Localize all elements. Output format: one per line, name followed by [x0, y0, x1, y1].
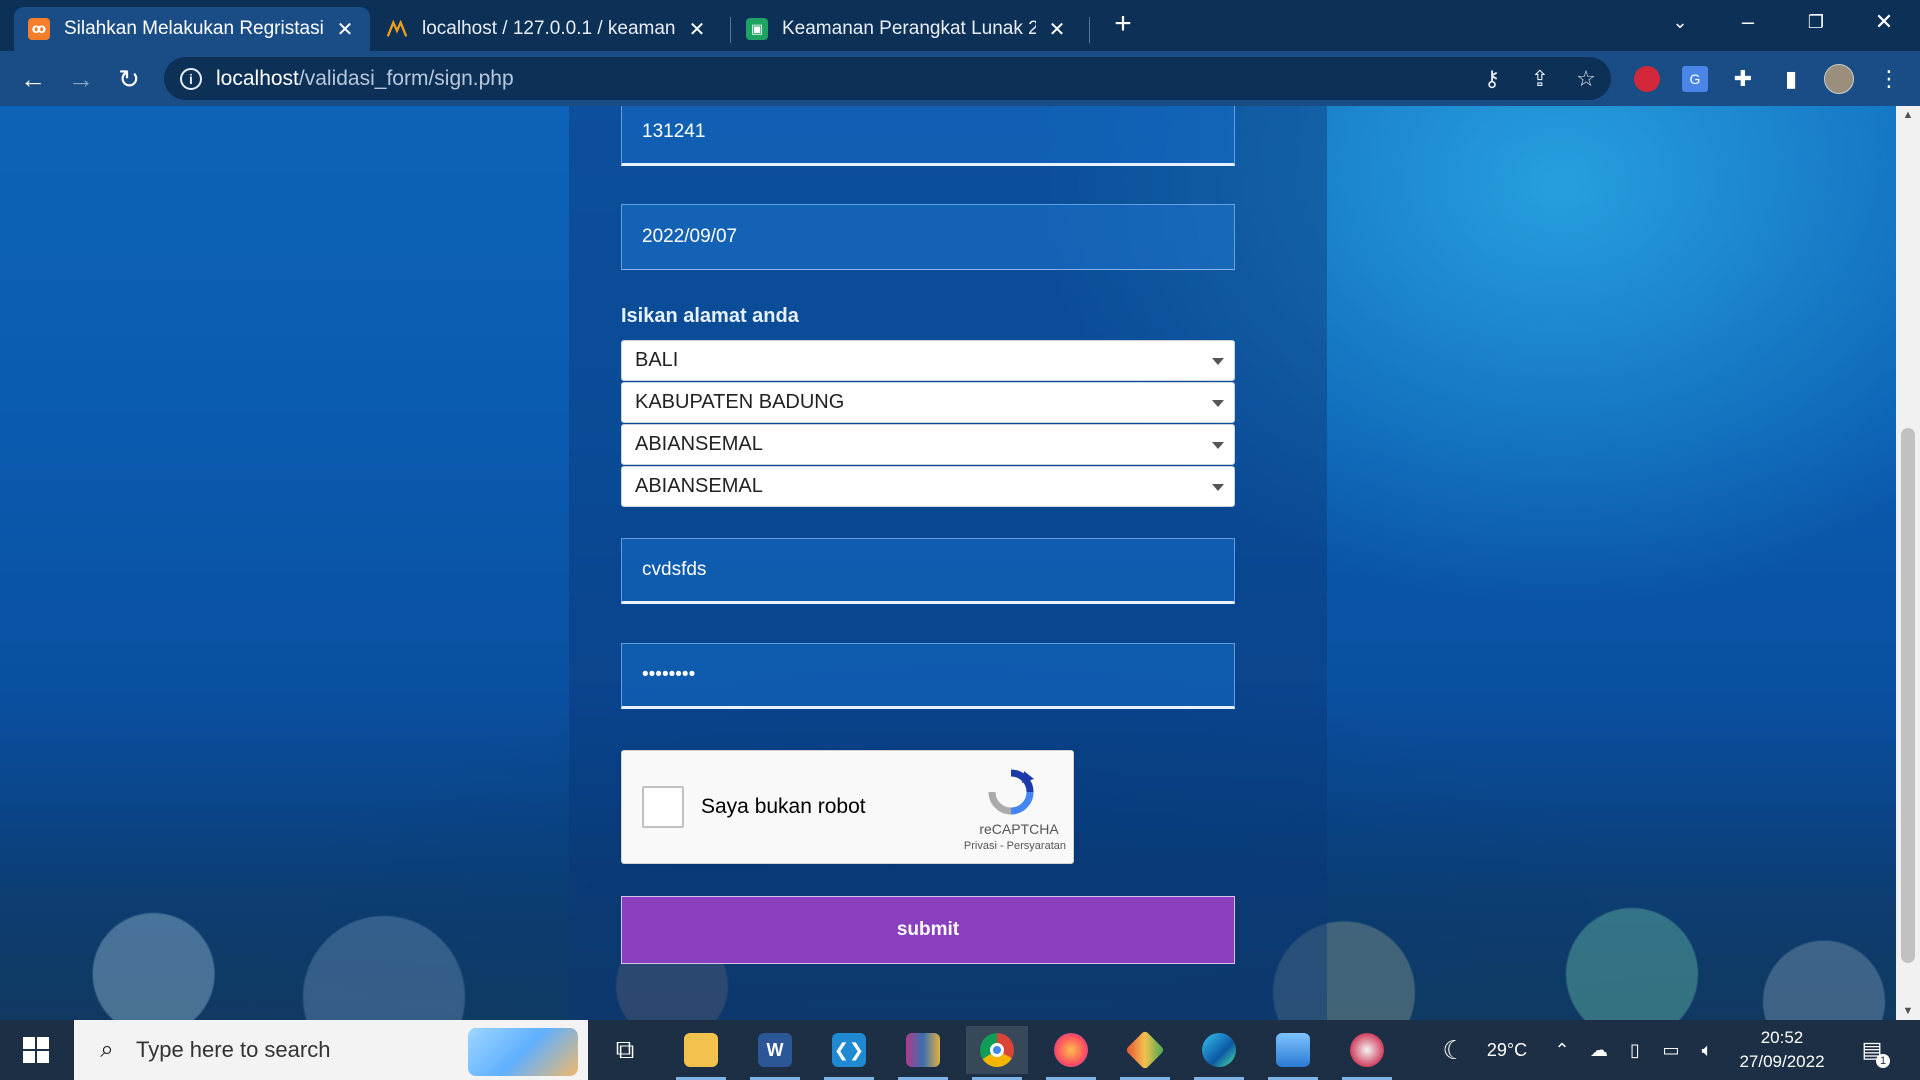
recaptcha-brand: reCAPTCHA	[979, 821, 1059, 837]
tab-strip: ꝏ Silahkan Melakukan Regristasi ✕ localh…	[0, 0, 1920, 51]
tray-chevron-up-icon[interactable]: ⌃	[1548, 1020, 1576, 1080]
start-button[interactable]	[0, 1020, 72, 1080]
password-input[interactable]: ••••••••	[621, 643, 1235, 709]
close-window-button[interactable]: ✕	[1850, 0, 1918, 44]
share-icon[interactable]: ⇪	[1526, 65, 1554, 93]
address-bar[interactable]: i localhost/validasi_form/sign.php ⚷ ⇪ ☆	[164, 57, 1611, 100]
tab-registration[interactable]: ꝏ Silahkan Melakukan Regristasi ✕	[14, 7, 370, 51]
url-host: localhost	[216, 66, 299, 90]
tab-title: Silahkan Melakukan Regristasi	[64, 18, 324, 39]
tab-title: Keamanan Perangkat Lunak 2020	[782, 18, 1036, 39]
text-input[interactable]: cvdsfds	[621, 538, 1235, 604]
date-input[interactable]: 2022/09/07	[621, 204, 1235, 270]
system-clock[interactable]: 20:52 27/09/2022	[1722, 1026, 1842, 1074]
back-button[interactable]: ←	[14, 60, 52, 98]
recaptcha-widget: Saya bukan robot reCAPTCHA Privasi - Per…	[621, 750, 1074, 864]
recaptcha-checkbox[interactable]	[642, 786, 684, 828]
word-icon[interactable]: W	[744, 1026, 806, 1080]
windows-logo-icon	[23, 1037, 49, 1063]
browser-toolbar: ← → ↻ i localhost/validasi_form/sign.php…	[0, 51, 1920, 106]
file-explorer-icon[interactable]	[670, 1026, 732, 1080]
forward-button[interactable]: →	[62, 60, 100, 98]
speaker-icon[interactable]: 🔈︎	[1692, 1020, 1722, 1080]
weather-temperature[interactable]: 29°C	[1478, 1020, 1536, 1080]
search-icon: ⌕	[100, 1036, 114, 1063]
url-path: /validasi_form/sign.php	[298, 66, 514, 90]
scroll-down-arrow-icon[interactable]: ▼	[1896, 1002, 1920, 1020]
task-view-icon[interactable]: ⧉	[594, 1026, 656, 1074]
notification-center-icon[interactable]: ▤ 1	[1856, 1034, 1890, 1068]
village-select[interactable]: ABIANSEMAL	[621, 466, 1235, 507]
tab-search-icon[interactable]: ⌄	[1646, 0, 1714, 44]
google-translate-icon[interactable]: G	[1680, 64, 1710, 94]
git-app-icon[interactable]	[1114, 1026, 1176, 1080]
restore-button[interactable]: ❐	[1782, 0, 1850, 44]
dropdown-caret-icon	[1212, 400, 1224, 407]
number-input[interactable]: 131241	[621, 106, 1235, 166]
bookmark-star-icon[interactable]: ☆	[1572, 65, 1600, 93]
winrar-icon[interactable]	[892, 1026, 954, 1080]
battery-icon[interactable]: ▭	[1656, 1020, 1686, 1080]
province-value: BALI	[635, 349, 679, 371]
page-scrollbar[interactable]: ▲ ▼	[1896, 106, 1920, 1020]
address-label: Isikan alamat anda	[621, 305, 799, 327]
classroom-icon: ▣	[746, 18, 768, 40]
district-value: ABIANSEMAL	[635, 433, 763, 455]
scrollbar-thumb[interactable]	[1901, 428, 1915, 963]
weather-moon-cloud-icon[interactable]: ☾	[1434, 1020, 1474, 1080]
photos-icon[interactable]	[1262, 1026, 1324, 1080]
regency-value: KABUPATEN BADUNG	[635, 391, 845, 413]
vscode-icon[interactable]: ❮❯	[818, 1026, 880, 1080]
windows-taskbar: ⌕ Type here to search ⧉ W ❮❯ ☾ 29°C ⌃ ☁ …	[0, 1020, 1920, 1080]
close-tab-icon[interactable]: ✕	[1046, 17, 1068, 42]
new-tab-button[interactable]: +	[1106, 8, 1140, 42]
search-placeholder: Type here to search	[136, 1037, 331, 1062]
clock-time: 20:52	[1760, 1028, 1804, 1047]
tab-separator	[1089, 17, 1090, 43]
regency-select[interactable]: KABUPATEN BADUNG	[621, 382, 1235, 423]
side-panel-icon[interactable]: ▮	[1776, 64, 1806, 94]
phpmyadmin-icon	[386, 18, 408, 40]
firefox-icon[interactable]	[1040, 1026, 1102, 1080]
site-info-icon[interactable]: i	[180, 67, 202, 90]
province-select[interactable]: BALI	[621, 340, 1235, 381]
tab-phpmyadmin[interactable]: localhost / 127.0.0.1 / keamanan_ ✕	[372, 7, 722, 51]
dropdown-caret-icon	[1212, 484, 1224, 491]
tab-title: localhost / 127.0.0.1 / keamanan_	[422, 18, 676, 39]
edge-icon[interactable]	[1188, 1026, 1250, 1080]
scroll-up-arrow-icon[interactable]: ▲	[1896, 106, 1920, 124]
device-icon[interactable]: ▯	[1620, 1020, 1650, 1080]
recaptcha-logo-icon	[986, 767, 1036, 817]
tab-classroom[interactable]: ▣ Keamanan Perangkat Lunak 2020 ✕	[732, 7, 1082, 51]
reload-button[interactable]: ↻	[110, 60, 148, 98]
minimize-button[interactable]: –	[1714, 0, 1782, 44]
recaptcha-label: Saya bukan robot	[701, 795, 866, 818]
dropdown-caret-icon	[1212, 442, 1224, 449]
url-text[interactable]: localhost/validasi_form/sign.php	[216, 67, 514, 91]
tab-separator	[730, 17, 731, 43]
dropdown-caret-icon	[1212, 358, 1224, 365]
notification-count-badge: 1	[1876, 1054, 1890, 1068]
clock-date: 27/09/2022	[1739, 1052, 1825, 1071]
recaptcha-privacy-terms-link[interactable]: Privasi - Persyaratan	[942, 840, 1066, 852]
page-background: 131241 2022/09/07 Isikan alamat anda BAL…	[0, 106, 1920, 1020]
menu-kebab-icon[interactable]: ⋮	[1874, 64, 1904, 94]
chrome-icon[interactable]	[966, 1026, 1028, 1080]
taskbar-search-box[interactable]: ⌕ Type here to search	[74, 1020, 588, 1080]
key-icon[interactable]: ⚷	[1478, 65, 1506, 93]
extensions-puzzle-icon[interactable]: ✚	[1728, 64, 1758, 94]
xampp-icon: ꝏ	[28, 18, 50, 40]
close-tab-icon[interactable]: ✕	[686, 17, 708, 42]
district-select[interactable]: ABIANSEMAL	[621, 424, 1235, 465]
profile-avatar[interactable]	[1824, 64, 1854, 94]
close-tab-icon[interactable]: ✕	[334, 17, 356, 42]
village-value: ABIANSEMAL	[635, 475, 763, 497]
submit-button[interactable]: submit	[621, 896, 1235, 964]
extension-red-icon[interactable]	[1632, 64, 1662, 94]
search-highlight-image	[468, 1028, 578, 1076]
snipping-tool-icon[interactable]	[1336, 1026, 1398, 1080]
onedrive-cloud-icon[interactable]: ☁	[1584, 1020, 1614, 1080]
